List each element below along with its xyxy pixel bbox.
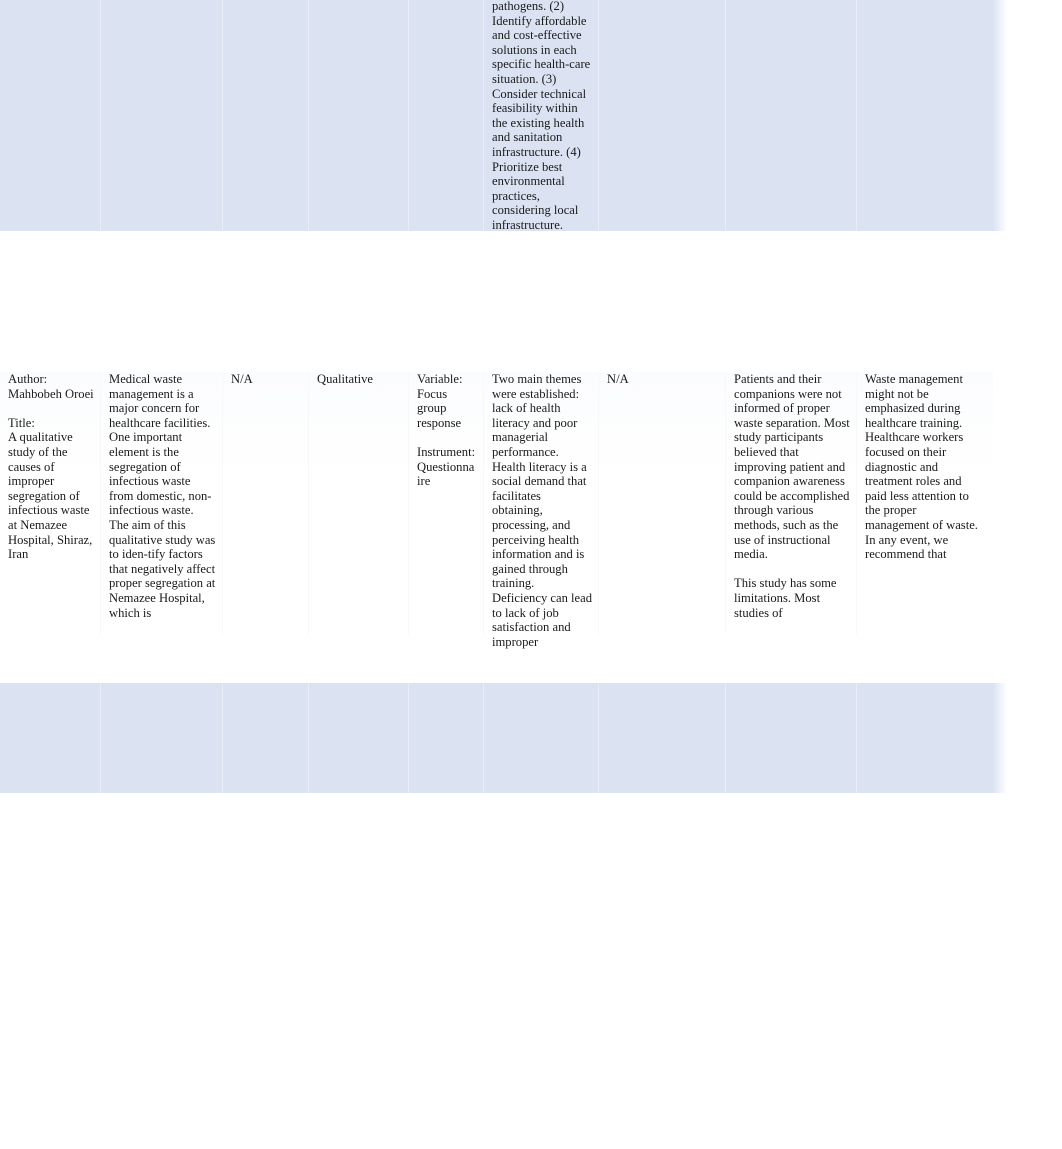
table-cell-theory [222,0,308,231]
table-cell-results: pathogens. (2) Identify affordable and c… [483,0,598,232]
variable-label: Variable: [417,372,463,386]
conclusions-paragraph-1: Patients and their companions were not i… [734,372,850,562]
table-cell-results: Two main themes were established: lack o… [483,372,598,649]
table-cell-purpose [100,683,222,793]
table-cell-author [0,0,100,231]
table-cell-conclusions: Patients and their companions were not i… [725,372,856,634]
title-label: Title: [8,415,35,430]
table-cell-author [0,683,100,793]
table-cell-instrument [408,0,483,231]
conclusions-paragraph-2: This study has some limitations. Most st… [734,576,837,620]
table-cell-conclusions [725,683,856,793]
table-row[interactable] [0,683,1007,793]
table-cell-implications: Waste management might not be emphasized… [856,372,987,634]
table-cell-conclusions [725,0,856,231]
instrument-text: Questionnaire [417,459,475,489]
table-cell-author: Author: Mahbobeh Oroei Title: A qualitat… [0,372,100,634]
table-cell-analysis [598,683,725,793]
table-cell-instrument: Variable: Focus group response Instrumen… [408,372,483,634]
table-cell-design [308,683,408,793]
table-cell-theory: N/A [222,372,308,634]
document-page: pathogens. (2) Identify affordable and c… [0,0,1062,1149]
table-cell-design [308,0,408,231]
title-text: A qualitative study of the causes of imp… [8,430,93,562]
table-cell-implications [856,0,987,231]
instrument-label: Instrument: [417,444,476,459]
table-cell-purpose [100,0,222,231]
variable-text: Focus group response [417,386,462,430]
table-cell-design: Qualitative [308,372,408,634]
table-cell-results [483,683,598,793]
table-row[interactable]: Author: Mahbobeh Oroei Title: A qualitat… [0,372,993,649]
table-cell-analysis [598,0,725,231]
table-cell-analysis: N/A [598,372,725,634]
table-cell-instrument [408,683,483,793]
table-cell-purpose: Medical waste management is a major conc… [100,372,222,634]
table-cell-theory [222,683,308,793]
author-name: Mahbobeh Oroei [8,386,94,401]
table-cell-results-text: pathogens. (2) Identify affordable and c… [492,0,591,232]
table-cell-implications [856,683,987,793]
author-label: Author: [8,372,48,386]
table-row[interactable]: pathogens. (2) Identify affordable and c… [0,0,1007,232]
